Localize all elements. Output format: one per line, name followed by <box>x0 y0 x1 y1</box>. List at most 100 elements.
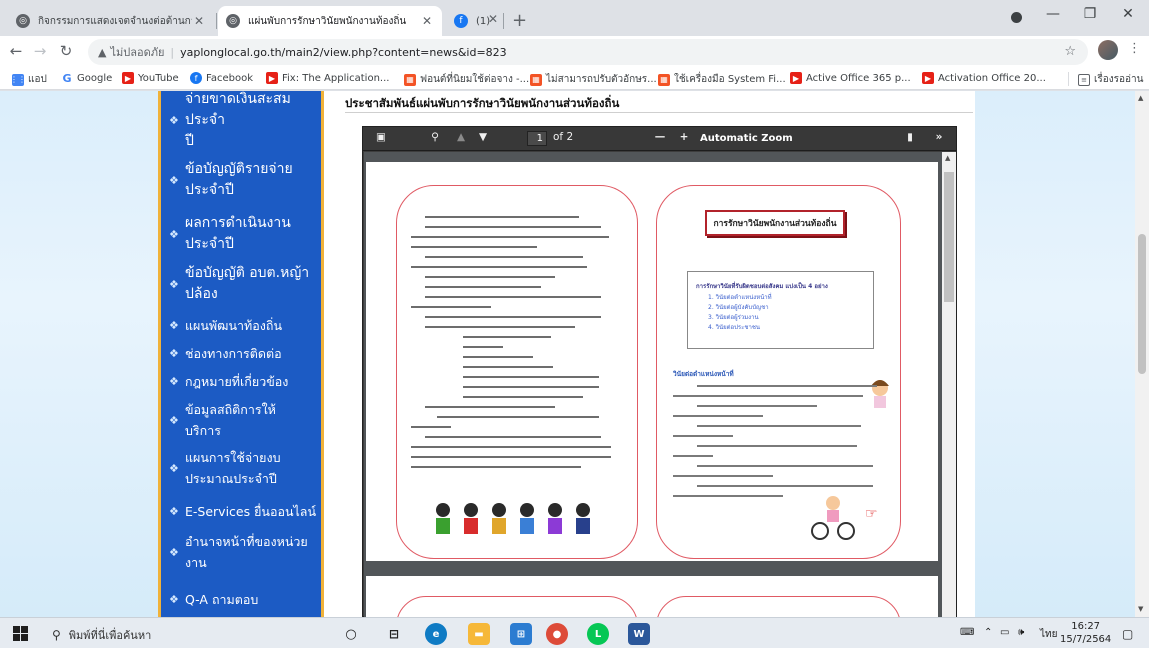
forward-button[interactable]: → <box>30 42 50 60</box>
network-icon[interactable]: ▭ <box>1000 627 1009 638</box>
web-page: ❖ จ่ายขาดเงินสะสมประจำ ปี ❖ ข้อบัญญัติราย… <box>0 91 1149 617</box>
pointing-hand-icon: ☞ <box>865 506 878 522</box>
search-icon: ⚲ <box>52 628 61 642</box>
tab-brochure[interactable]: ◎ แผ่นพับการรักษาวินัยพนักงานท้องถิ่น ✕ <box>218 6 442 36</box>
bookmarks-bar: ⋮⋮ แอป G Google ▶ YouTube f Facebook ▶ F… <box>0 68 1149 90</box>
brochure-right-panel: การรักษาวินัยพนักงานส่วนท้องถิ่น การรักษ… <box>656 185 901 559</box>
pdf-page: การรักษาวินัยพนักงานส่วนท้องถิ่น การรักษ… <box>366 162 938 561</box>
zoom-select[interactable]: Automatic Zoom ÷ <box>700 130 800 161</box>
bookmark-youtube[interactable]: ▶ YouTube <box>122 72 179 84</box>
scroll-up-icon[interactable]: ▲ <box>1138 94 1143 102</box>
line-icon[interactable]: L <box>587 623 609 645</box>
reload-button[interactable]: ↻ <box>56 42 76 60</box>
reading-list-icon: ≡ <box>1078 73 1090 86</box>
cartoon-bicycle-illustration <box>811 496 855 540</box>
close-tab-icon[interactable]: ✕ <box>192 14 206 28</box>
page-number-input[interactable]: 1 <box>527 131 547 146</box>
bookmark-thai-fonts[interactable]: ▦ ฟอนต์ที่นิยมใช้ต่อจาง -... <box>404 72 529 87</box>
language-indicator[interactable]: ไทย <box>1040 627 1057 642</box>
tray-chevron-icon[interactable]: ⌃ <box>984 627 992 638</box>
close-window-icon[interactable]: ✕ <box>1105 6 1149 22</box>
globe-icon: ◎ <box>16 14 30 28</box>
warning-icon[interactable]: ▲ <box>98 46 106 59</box>
bookmark-fix-application[interactable]: ▶ Fix: The Application... <box>266 72 389 84</box>
youtube-icon: ▶ <box>266 72 278 84</box>
zoom-in-icon[interactable]: + <box>677 131 691 143</box>
sidebar-item-annual-budget[interactable]: ❖ ข้อบัญญัติรายจ่าย ประจำปี <box>161 159 321 201</box>
windows-start-icon[interactable] <box>13 626 28 641</box>
security-label[interactable]: ไม่ปลอดภัย <box>110 43 164 61</box>
sidebar-item-annual-results[interactable]: ❖ ผลการดำเนินงาน ประจำปี <box>161 213 321 255</box>
url-text[interactable]: yaplonglocal.go.th/main2/view.php?conten… <box>180 46 507 59</box>
cortana-icon[interactable]: ○ <box>340 623 362 645</box>
pdf-scrollbar[interactable]: ▲ <box>942 152 956 617</box>
close-tab-icon[interactable]: ✕ <box>420 14 434 28</box>
task-view-icon[interactable]: ⊟ <box>383 623 405 645</box>
page-scrollbar[interactable]: ▲ ▼ <box>1135 91 1149 617</box>
youtube-icon: ▶ <box>790 72 802 84</box>
brochure-left-panel <box>396 185 638 559</box>
taskbar-search[interactable]: ⚲ พิมพ์ที่นี่เพื่อค้นหา <box>52 626 151 644</box>
sidebar-item-e-services[interactable]: ❖ E-Services ยื่นออนไลน์ <box>161 501 321 522</box>
sidebar-item-related-laws[interactable]: ❖ กฎหมายที่เกี่ยวข้อง <box>161 371 321 392</box>
volume-icon[interactable]: 🕪 <box>1018 627 1024 638</box>
bookmark-office-365[interactable]: ▶ Active Office 365 p... <box>790 72 911 84</box>
bookmark-office-activation[interactable]: ▶ Activation Office 20... <box>922 72 1046 84</box>
avatar[interactable] <box>1098 40 1118 60</box>
diamond-icon: ❖ <box>169 545 179 559</box>
sidebar-item-qa[interactable]: ❖ Q-A ถามตอบ <box>161 589 321 610</box>
reading-list[interactable]: ≡ เรื่องรออ่าน <box>1078 72 1144 87</box>
back-button[interactable]: ← <box>6 42 26 60</box>
diamond-icon: ❖ <box>169 319 179 332</box>
diamond-icon: ❖ <box>169 461 179 475</box>
bookmark-icon[interactable]: ▮ <box>903 131 917 143</box>
bookmark-system-file[interactable]: ▦ ใช้เครื่องมือ System Fi... <box>658 72 786 87</box>
sidebar-menu: ❖ จ่ายขาดเงินสะสมประจำ ปี ❖ ข้อบัญญัติราย… <box>158 91 324 617</box>
more-menu-icon[interactable]: ⋮ <box>1128 41 1141 56</box>
new-tab-button[interactable]: + <box>512 10 527 31</box>
close-tab-icon[interactable]: ✕ <box>488 12 498 26</box>
sidebar-toggle-icon[interactable]: ▣ <box>373 131 389 143</box>
sidebar-item-service-stats[interactable]: ❖ ข้อมูลสถิติการให้ บริการ <box>161 399 321 441</box>
edge-icon[interactable]: e <box>425 623 447 645</box>
chrome-icon[interactable]: ● <box>546 623 568 645</box>
profile-indicator[interactable] <box>1011 12 1022 23</box>
ms-icon: ▦ <box>404 73 416 86</box>
diamond-icon: ❖ <box>169 277 179 291</box>
clock[interactable]: 16:27 15/7/2564 <box>1060 620 1111 646</box>
bookmark-google[interactable]: G Google <box>61 72 112 85</box>
pdf-document-area[interactable]: การรักษาวินัยพนักงานส่วนท้องถิ่น การรักษ… <box>364 152 942 617</box>
bookmark-star-icon[interactable]: ☆ <box>1064 44 1076 59</box>
sidebar-item-local-ordinance[interactable]: ❖ ข้อบัญญัติ อบต.หญ้า ปล้อง <box>161 263 321 305</box>
bookmark-apps[interactable]: ⋮⋮ แอป <box>10 72 47 87</box>
tab-activities[interactable]: ◎ กิจกรรมการแสดงเจตจำนงต่อต้านการท ✕ <box>8 6 214 36</box>
sidebar-item-development-plan[interactable]: ❖ แผนพัฒนาท้องถิ่น <box>161 315 321 336</box>
discipline-types-box: การรักษาวินัยที่รับผิดชอบต่อสังคม แบ่งเป… <box>687 271 889 408</box>
file-explorer-icon[interactable]: ▬ <box>468 623 490 645</box>
previous-page-icon[interactable]: ▲ <box>453 131 469 143</box>
next-page-icon[interactable]: ▼ <box>475 131 491 143</box>
notifications-icon[interactable]: ▢ <box>1122 627 1133 641</box>
diamond-icon: ❖ <box>169 413 179 427</box>
pdf-page-2 <box>366 576 938 617</box>
search-icon[interactable]: ⚲ <box>427 131 443 143</box>
windows-taskbar: ⚲ พิมพ์ที่นี่เพื่อค้นหา ○ ⊟ e ▬ ⊞ ● L W … <box>0 617 1149 648</box>
sidebar-item-accumulated-funds[interactable]: ❖ จ่ายขาดเงินสะสมประจำ ปี <box>161 91 321 152</box>
page-count: of 2 <box>553 131 574 143</box>
page-scrollbar-thumb[interactable] <box>1138 234 1146 374</box>
sidebar-item-contact[interactable]: ❖ ช่องทางการติดต่อ <box>161 343 321 364</box>
scroll-down-icon[interactable]: ▼ <box>1138 605 1143 613</box>
sidebar-item-spending-plan[interactable]: ❖ แผนการใช้จ่ายงบ ประมาณประจำปี <box>161 447 321 489</box>
tools-menu-icon[interactable]: » <box>930 131 948 143</box>
sidebar-item-authority[interactable]: ❖ อำนาจหน้าที่ของหน่วย งาน <box>161 531 321 573</box>
zoom-out-icon[interactable]: — <box>653 131 667 143</box>
keyboard-icon[interactable]: ⌨ <box>960 627 974 638</box>
pdf-scrollbar-thumb[interactable] <box>944 172 954 302</box>
address-bar[interactable]: ▲ ไม่ปลอดภัย | yaplonglocal.go.th/main2/… <box>88 39 1088 65</box>
tab-strip: ◎ กิจกรรมการแสดงเจตจำนงต่อต้านการท ✕ ◎ แ… <box>0 0 1149 36</box>
diamond-icon: ❖ <box>169 347 179 360</box>
word-icon[interactable]: W <box>628 623 650 645</box>
bookmark-font-fix[interactable]: ▦ ไม่สามารถปรับตัวอักษร... <box>530 72 657 87</box>
bookmark-facebook[interactable]: f Facebook <box>190 72 253 84</box>
store-icon[interactable]: ⊞ <box>510 623 532 645</box>
